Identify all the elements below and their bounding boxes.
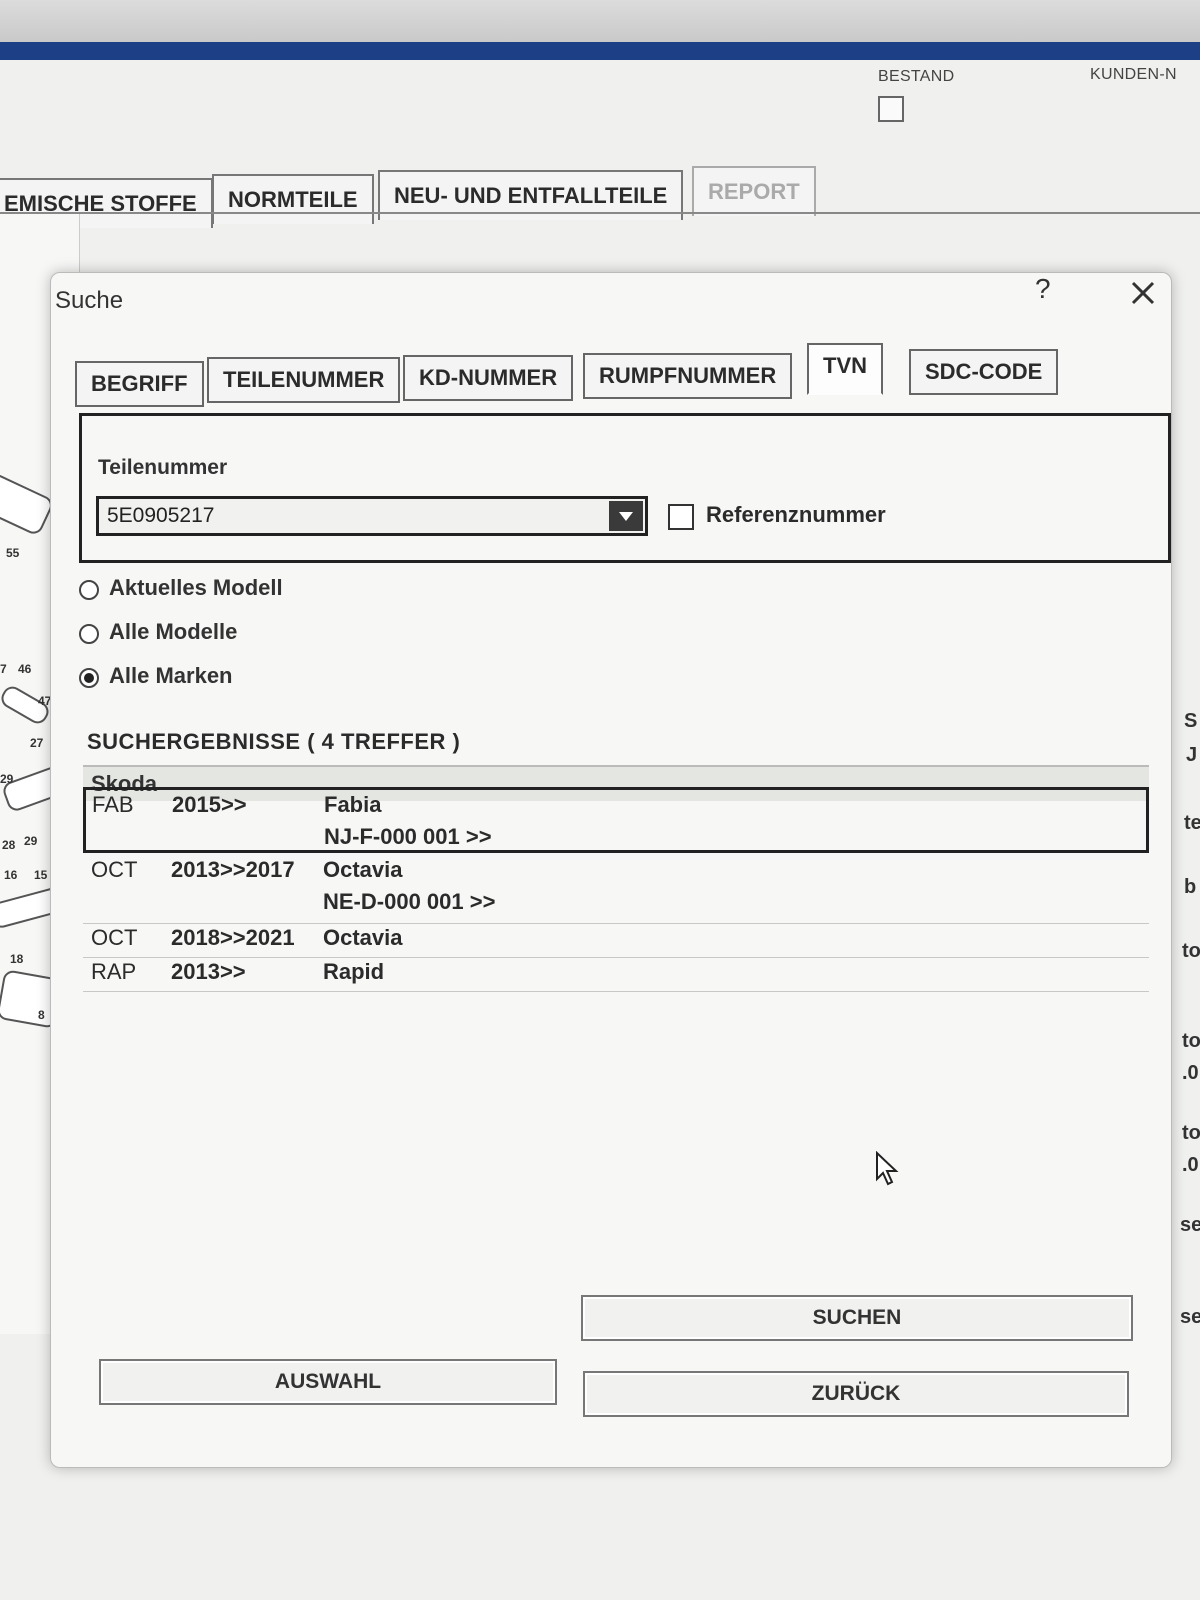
help-icon[interactable]: ? [1035, 273, 1051, 305]
row-model: Octavia [323, 857, 403, 882]
diagram-label: 46 [18, 662, 32, 676]
row-years: 2013>> [171, 959, 246, 984]
background-text-fragment: to [1182, 940, 1200, 962]
chevron-down-icon[interactable] [609, 501, 643, 531]
teilenummer-label: Teilenummer [98, 456, 228, 479]
diagram-label: 15 [34, 868, 48, 882]
diagram-part [0, 471, 56, 537]
radio-button[interactable] [79, 580, 99, 600]
table-row[interactable]: RAP 2013>> Rapid [83, 959, 1149, 991]
background-text-fragment: te [1184, 812, 1200, 834]
background-text-fragment: .0 [1182, 1062, 1199, 1084]
row-years: 2013>>2017 [171, 857, 295, 882]
background-text-fragment: se [1180, 1306, 1200, 1328]
row-code: OCT [91, 857, 138, 882]
background-text-fragment: .0 [1182, 1154, 1199, 1176]
tab-sdc-code[interactable]: SDC-CODE [909, 349, 1059, 395]
tab-teilenummer[interactable]: TEILENUMMER [207, 357, 401, 403]
row-model: Rapid [323, 959, 385, 984]
bestand-label: BESTAND [878, 68, 955, 85]
suchen-button[interactable]: SUCHEN [581, 1295, 1133, 1341]
radio-button[interactable] [79, 624, 99, 644]
background-text-fragment: se [1180, 1214, 1200, 1236]
window-accent-line [0, 42, 1200, 60]
table-row[interactable]: FAB 2015>> Fabia NJ-F-000 001 >> [83, 787, 1149, 853]
background-text-fragment: J [1186, 744, 1198, 766]
bestand-checkbox[interactable] [878, 96, 904, 122]
close-icon[interactable] [1123, 273, 1163, 313]
row-years: 2018>>2021 [171, 925, 295, 950]
background-text-fragment: to [1182, 1122, 1200, 1144]
diagram-label: 18 [10, 952, 24, 966]
row-model: Octavia [323, 925, 403, 950]
tab-report[interactable]: REPORT [692, 166, 816, 216]
radio-label: Alle Marken [109, 663, 233, 688]
row-years: 2015>> [172, 792, 247, 817]
row-sub: NE-D-000 001 >> [323, 889, 496, 914]
zurueck-button[interactable]: ZURÜCK [583, 1371, 1129, 1417]
row-divider [83, 923, 1149, 924]
teilenummer-combobox[interactable] [96, 496, 648, 536]
radio-label: Aktuelles Modell [109, 575, 283, 600]
radio-label: Alle Modelle [109, 619, 238, 644]
search-dialog: Suche ? BEGRIFF TEILENUMMER KD-NUMMER RU… [50, 272, 1172, 1468]
background-text-fragment: b [1184, 876, 1197, 898]
table-row[interactable]: OCT 2018>>2021 Octavia [83, 925, 1149, 957]
diagram-label: 27 [30, 736, 44, 750]
diagram-label: 16 [4, 868, 18, 882]
row-code: RAP [91, 959, 137, 984]
mouse-pointer-icon [876, 1151, 899, 1186]
window-top-bar [0, 0, 1200, 42]
results-title: SUCHERGEBNISSE ( 4 TREFFER ) [87, 729, 461, 754]
auswahl-button[interactable]: AUSWAHL [99, 1359, 557, 1405]
background-text-fragment: S [1184, 710, 1198, 732]
diagram-label: 29 [0, 772, 14, 786]
row-code: FAB [92, 792, 134, 817]
background-text-fragment: to [1182, 1030, 1200, 1052]
row-code: OCT [91, 925, 138, 950]
tab-begriff[interactable]: BEGRIFF [75, 361, 204, 407]
table-row[interactable]: OCT 2013>>2017 Octavia NE-D-000 001 >> [83, 855, 1149, 921]
diagram-label: 55 [6, 546, 20, 560]
row-divider [83, 957, 1149, 958]
tab-kd-nummer[interactable]: KD-NUMMER [403, 355, 574, 401]
referenznummer-label: Referenznummer [706, 502, 886, 527]
radio-button-selected[interactable] [79, 668, 99, 688]
diagram-label: 29 [24, 834, 38, 848]
row-sub: NJ-F-000 001 >> [324, 824, 492, 849]
referenznummer-checkbox[interactable] [668, 504, 694, 530]
row-model: Fabia [324, 792, 382, 817]
tab-rumpfnummer[interactable]: RUMPFNUMMER [583, 353, 793, 399]
teilenummer-panel: Teilenummer Referenznummer [79, 413, 1171, 563]
teilenummer-input[interactable] [105, 501, 595, 531]
tab-tvn[interactable]: TVN [807, 343, 883, 395]
diagram-label: 7 [0, 662, 7, 676]
kunden-label: KUNDEN-N [1090, 66, 1177, 83]
diagram-label: 28 [2, 838, 16, 852]
row-divider [83, 991, 1149, 992]
tab-normteile[interactable]: NORMTEILE [212, 174, 374, 224]
diagram-label: 8 [38, 1008, 45, 1022]
dialog-title: Suche [55, 287, 124, 314]
main-tab-underline [0, 212, 1200, 214]
